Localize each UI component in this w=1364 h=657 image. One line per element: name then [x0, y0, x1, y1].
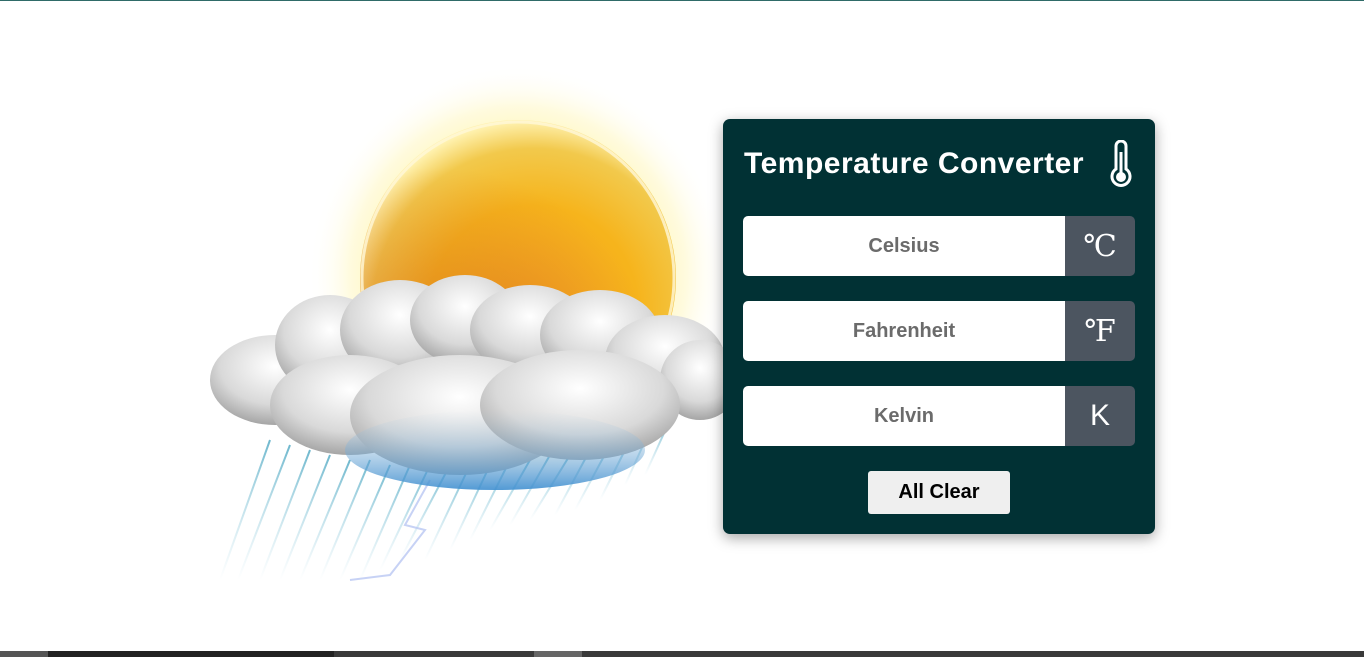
page-title: Temperature Converter	[744, 147, 1085, 180]
top-border	[0, 0, 1364, 1]
sun-cloud-rain-icon	[210, 65, 740, 581]
celsius-row: ℃	[743, 216, 1135, 276]
taskbar-segment	[534, 651, 582, 657]
kelvin-row: K	[743, 386, 1135, 446]
thermometer-icon	[1110, 140, 1132, 187]
fahrenheit-input[interactable]	[743, 301, 1065, 361]
fahrenheit-unit-label: ℉	[1065, 301, 1135, 361]
taskbar-segment	[0, 651, 48, 657]
taskbar-strip	[0, 651, 1364, 657]
kelvin-unit-label: K	[1065, 386, 1135, 446]
celsius-unit-label: ℃	[1065, 216, 1135, 276]
celsius-input[interactable]	[743, 216, 1065, 276]
converter-card: Temperature Converter ℃ ℉ K All Clear	[723, 119, 1155, 534]
fahrenheit-row: ℉	[743, 301, 1135, 361]
taskbar-segment	[48, 651, 334, 657]
kelvin-input[interactable]	[743, 386, 1065, 446]
all-clear-button[interactable]: All Clear	[868, 471, 1010, 514]
